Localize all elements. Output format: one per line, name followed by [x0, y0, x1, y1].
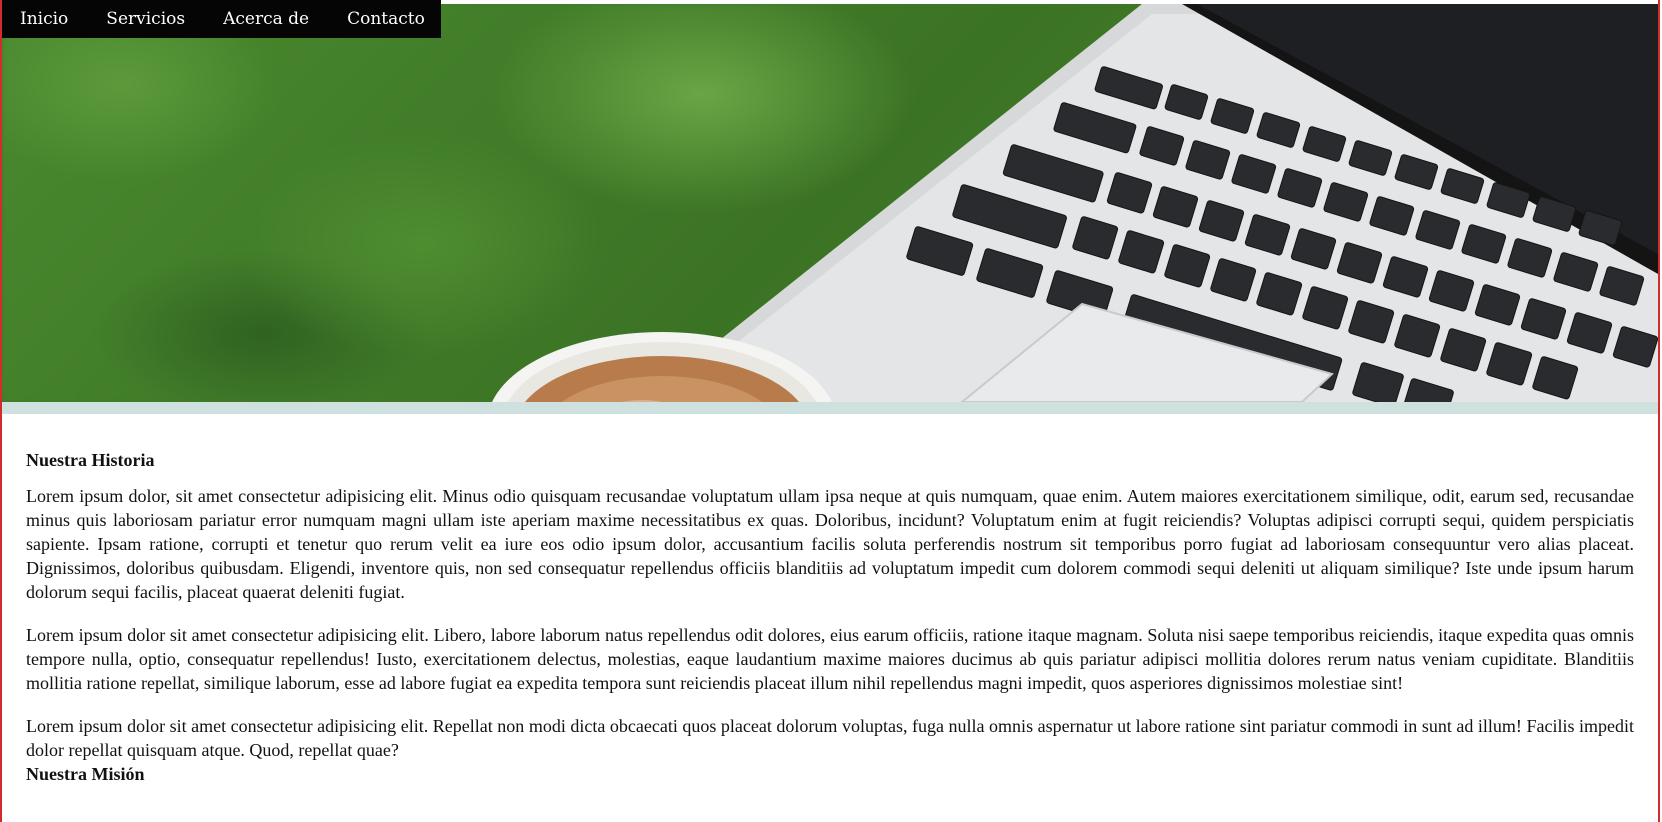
history-paragraph-1: Lorem ipsum dolor, sit amet consectetur …	[26, 486, 1634, 602]
nav-item-acerca-de[interactable]: Acerca de	[223, 9, 309, 29]
nav-item-contacto[interactable]: Contacto	[347, 9, 425, 29]
history-paragraph-2: Lorem ipsum dolor sit amet consectetur a…	[26, 625, 1634, 693]
top-navigation: Inicio Servicios Acerca de Contacto	[2, 0, 441, 38]
nav-item-inicio[interactable]: Inicio	[20, 9, 68, 29]
history-paragraph-3: Lorem ipsum dolor sit amet consectetur a…	[26, 716, 1634, 760]
hero-bottom-strip	[2, 402, 1658, 414]
nav-item-servicios[interactable]: Servicios	[106, 9, 185, 29]
history-heading: Nuestra Historia	[26, 450, 155, 470]
hero-banner-image	[2, 4, 1658, 402]
mission-heading: Nuestra Misión	[26, 764, 145, 784]
main-content: Nuestra Historia Lorem ipsum dolor, sit …	[26, 448, 1634, 798]
